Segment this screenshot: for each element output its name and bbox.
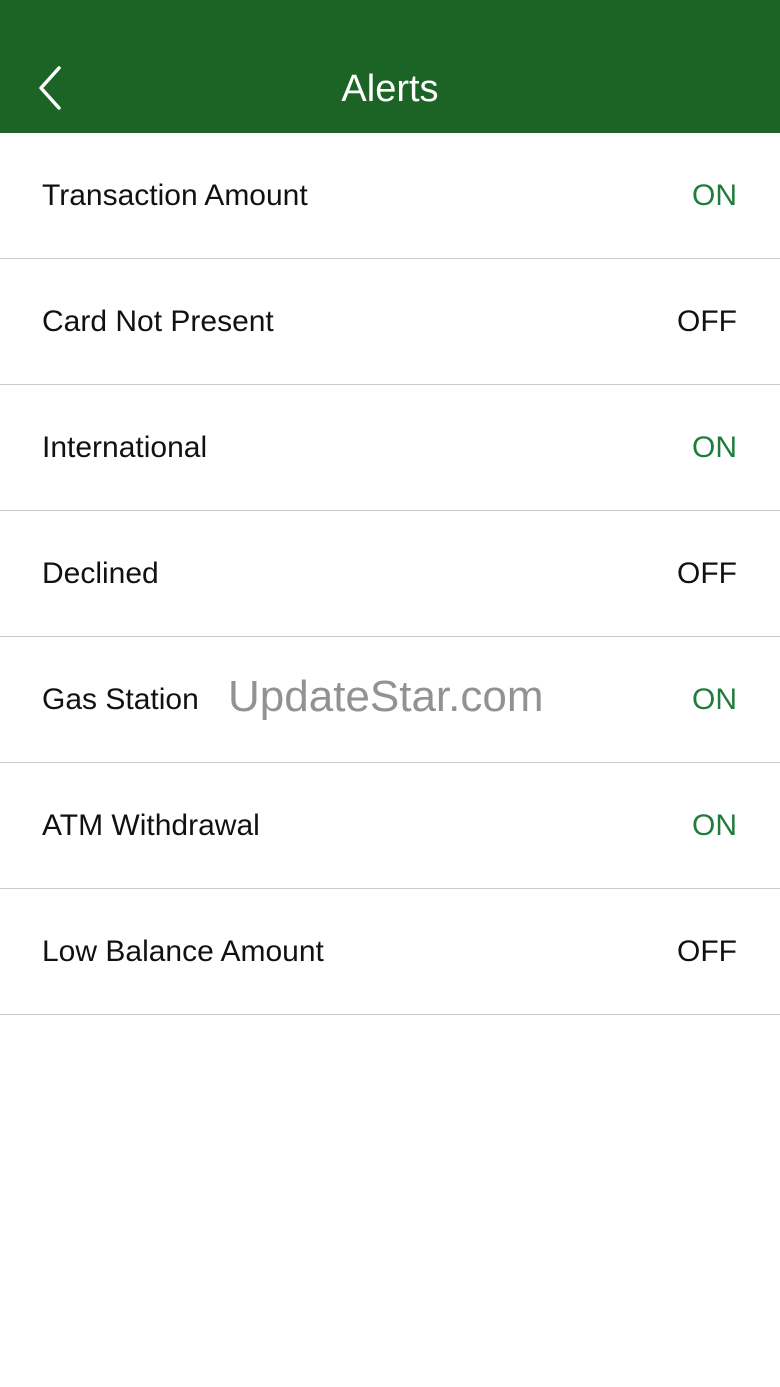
alert-label: Low Balance Amount	[42, 935, 324, 968]
alert-row-gas-station[interactable]: Gas Station ON	[0, 637, 780, 763]
alert-label: Gas Station	[42, 683, 199, 716]
alert-row-declined[interactable]: Declined OFF	[0, 511, 780, 637]
alert-state: ON	[692, 179, 737, 212]
alert-row-transaction-amount[interactable]: Transaction Amount ON	[0, 133, 780, 259]
alert-state: ON	[692, 431, 737, 464]
alert-label: Declined	[42, 557, 159, 590]
alert-state: OFF	[677, 935, 737, 968]
alert-state: ON	[692, 809, 737, 842]
page-title: Alerts	[341, 68, 439, 110]
alert-state: ON	[692, 683, 737, 716]
alert-row-card-not-present[interactable]: Card Not Present OFF	[0, 259, 780, 385]
alert-row-low-balance-amount[interactable]: Low Balance Amount OFF	[0, 889, 780, 1015]
alerts-list: Transaction Amount ON Card Not Present O…	[0, 133, 780, 1015]
alert-state: OFF	[677, 305, 737, 338]
alert-row-international[interactable]: International ON	[0, 385, 780, 511]
alert-label: Card Not Present	[42, 305, 274, 338]
alert-state: OFF	[677, 557, 737, 590]
alert-label: ATM Withdrawal	[42, 809, 260, 842]
alert-label: International	[42, 431, 208, 464]
alert-label: Transaction Amount	[42, 179, 308, 212]
alert-row-atm-withdrawal[interactable]: ATM Withdrawal ON	[0, 763, 780, 889]
app-header: Alerts	[0, 0, 780, 133]
